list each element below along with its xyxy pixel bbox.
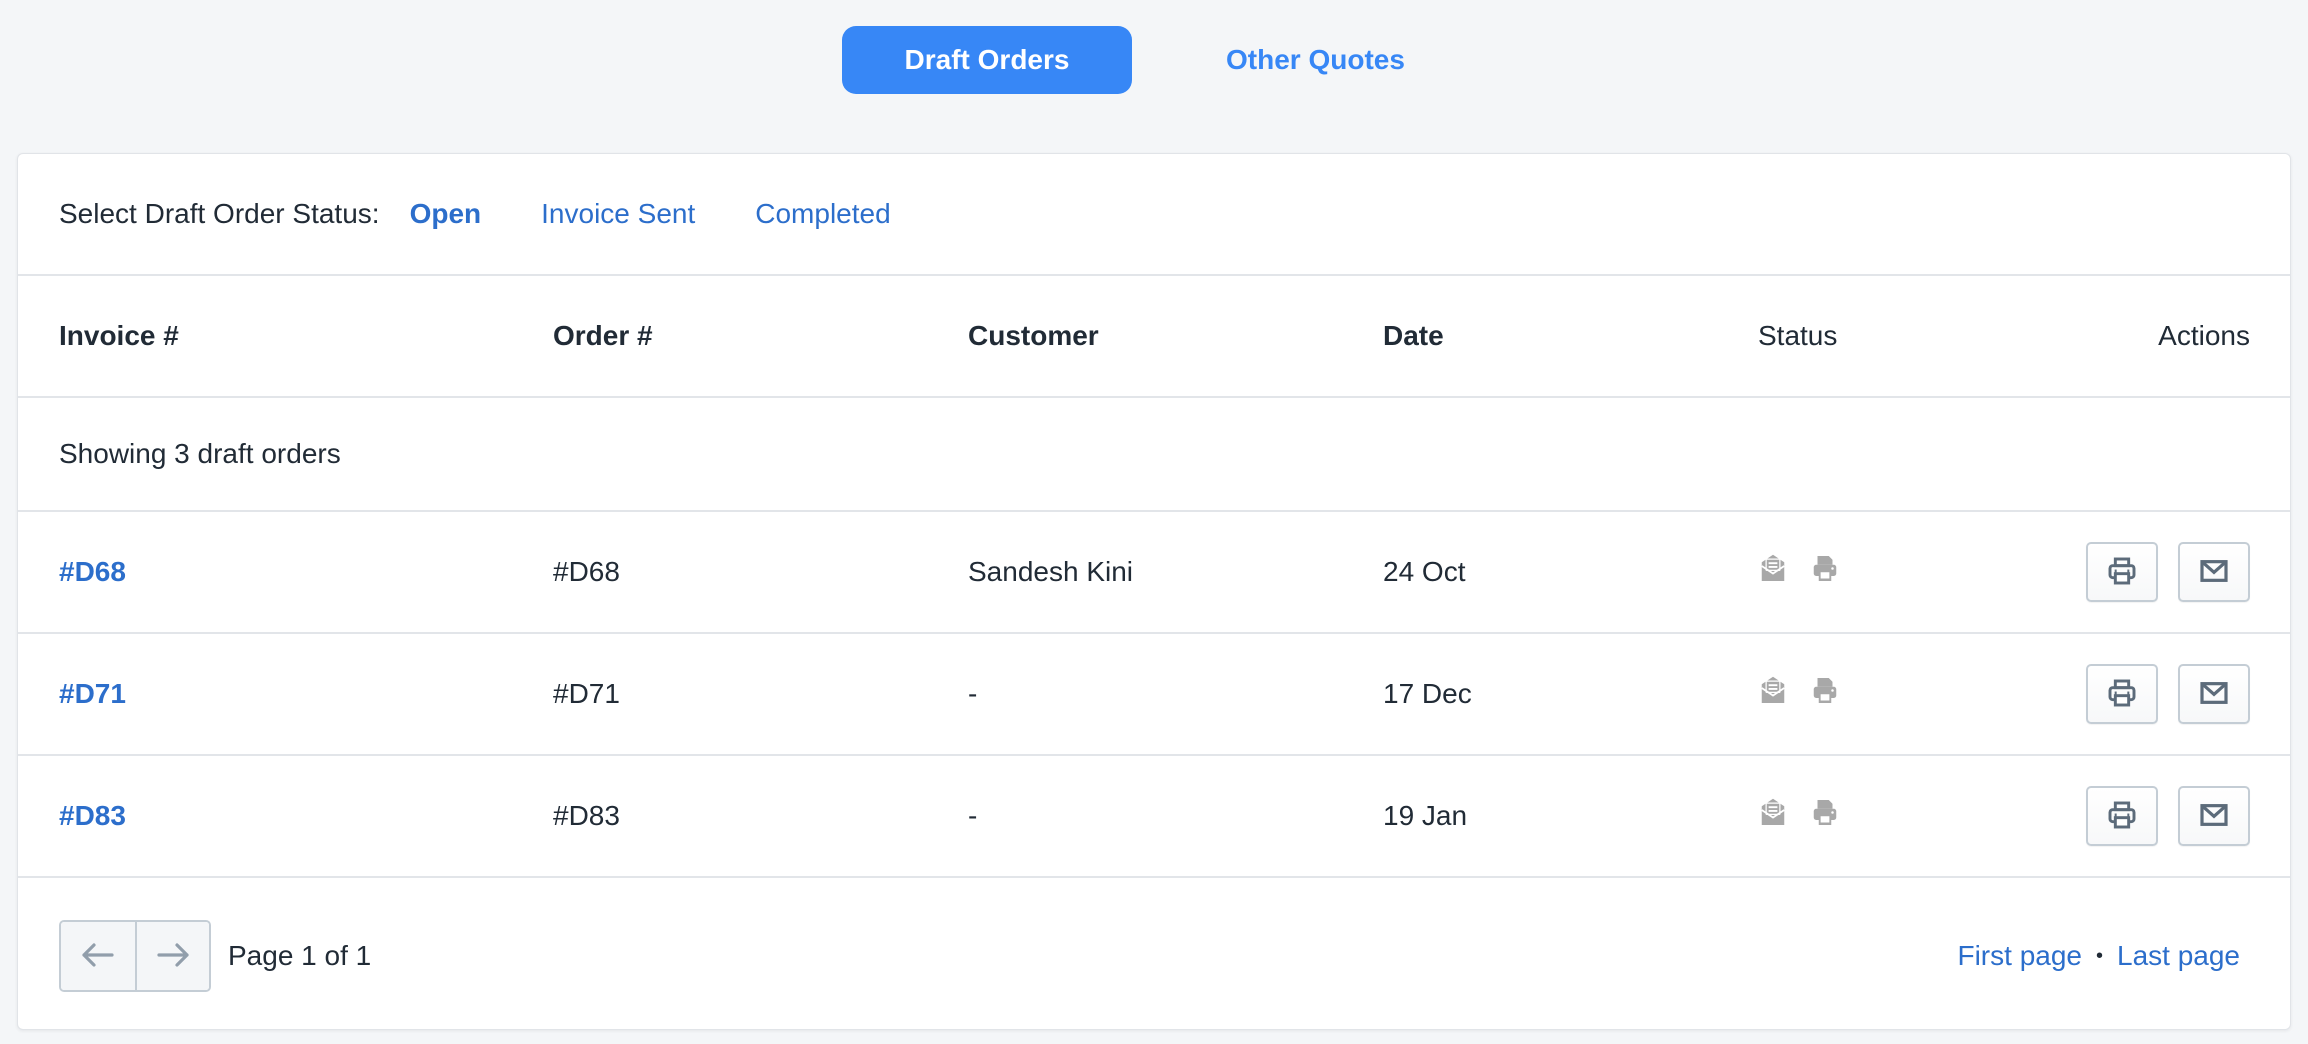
envelope-icon: [2198, 677, 2230, 712]
row-actions: [2086, 786, 2250, 846]
arrow-right-icon: [154, 940, 192, 973]
filter-completed[interactable]: Completed: [755, 198, 890, 230]
print-button[interactable]: [2086, 786, 2158, 846]
tab-draft-orders[interactable]: Draft Orders: [842, 26, 1132, 94]
column-header-customer: Customer: [968, 320, 1099, 351]
column-header-date: Date: [1383, 320, 1444, 351]
page-indicator: Page 1 of 1: [228, 940, 372, 971]
status-filter-bar: Select Draft Order Status: Open Invoice …: [18, 154, 2290, 276]
customer-name: -: [968, 800, 978, 831]
previous-page-button[interactable]: [61, 922, 135, 990]
separator-dot: •: [2095, 944, 2103, 967]
next-page-button[interactable]: [135, 922, 209, 990]
column-header-actions: Actions: [2158, 320, 2250, 351]
results-summary-row: Showing 3 draft orders: [18, 398, 2290, 512]
order-number: #D71: [553, 678, 620, 709]
status-indicators: [1758, 676, 1840, 713]
filter-invoice-sent[interactable]: Invoice Sent: [541, 198, 695, 230]
row-actions: [2086, 542, 2250, 602]
order-number: #D68: [553, 556, 620, 587]
order-date: 19 Jan: [1383, 800, 1468, 831]
envelope-icon: [2198, 799, 2230, 834]
print-button[interactable]: [2086, 664, 2158, 724]
printer-icon: [2106, 555, 2138, 590]
printer-icon: [1810, 554, 1840, 591]
printer-icon: [1810, 676, 1840, 713]
order-number: #D83: [553, 800, 620, 831]
arrow-left-icon: [79, 940, 117, 973]
envelope-open-icon: [1758, 676, 1788, 713]
invoice-link[interactable]: #D71: [59, 678, 126, 710]
column-header-invoice: Invoice #: [59, 320, 179, 351]
print-button[interactable]: [2086, 542, 2158, 602]
results-summary: Showing 3 draft orders: [59, 438, 341, 469]
customer-name: -: [968, 678, 978, 709]
table-row: #D83 #D83 - 19 Jan: [18, 756, 2290, 878]
printer-icon: [2106, 799, 2138, 834]
status-indicators: [1758, 554, 1840, 591]
invoice-link[interactable]: #D83: [59, 800, 126, 832]
envelope-icon: [2198, 555, 2230, 590]
row-actions: [2086, 664, 2250, 724]
order-date: 24 Oct: [1383, 556, 1466, 587]
column-header-order: Order #: [553, 320, 653, 351]
envelope-open-icon: [1758, 798, 1788, 835]
draft-orders-card: Select Draft Order Status: Open Invoice …: [17, 153, 2291, 1030]
email-button[interactable]: [2178, 664, 2250, 724]
quote-type-tabs: Draft Orders Other Quotes: [842, 26, 1449, 94]
status-filter-label: Select Draft Order Status:: [59, 198, 380, 229]
printer-icon: [1810, 798, 1840, 835]
table-header: Invoice # Order # Customer Date Status A…: [18, 276, 2290, 398]
first-page-link[interactable]: First page: [1957, 940, 2082, 972]
customer-name: Sandesh Kini: [968, 556, 1134, 587]
invoice-link[interactable]: #D68: [59, 556, 126, 588]
tab-other-quotes[interactable]: Other Quotes: [1182, 26, 1449, 94]
email-button[interactable]: [2178, 786, 2250, 846]
email-button[interactable]: [2178, 542, 2250, 602]
envelope-open-icon: [1758, 554, 1788, 591]
last-page-link[interactable]: Last page: [2117, 940, 2240, 972]
printer-icon: [2106, 677, 2138, 712]
table-row: #D71 #D71 - 17 Dec: [18, 634, 2290, 756]
order-date: 17 Dec: [1383, 678, 1472, 709]
page-jump-links: First page • Last page: [1957, 940, 2240, 972]
status-indicators: [1758, 798, 1840, 835]
filter-open[interactable]: Open: [410, 198, 482, 230]
pager-buttons: [59, 920, 211, 992]
table-row: #D68 #D68 Sandesh Kini 24 Oct: [18, 512, 2290, 634]
pagination-bar: Page 1 of 1 First page • Last page: [18, 878, 2290, 1029]
column-header-status: Status: [1758, 320, 1838, 351]
